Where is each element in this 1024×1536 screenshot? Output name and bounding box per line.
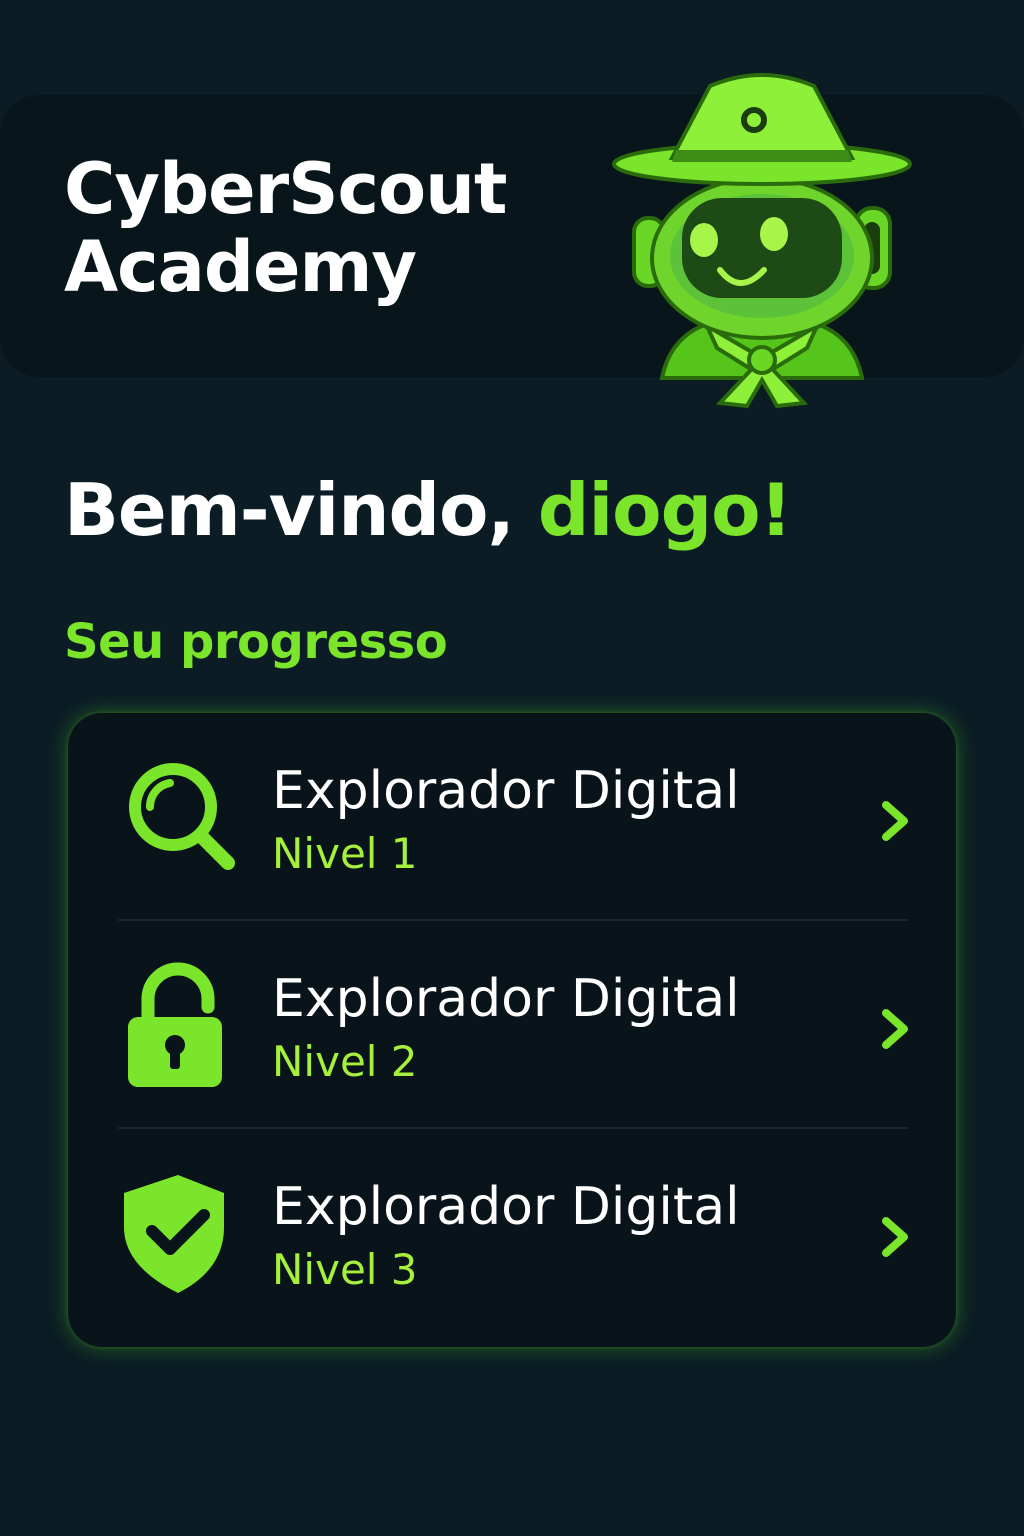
progress-item-level: Nivel 1 bbox=[272, 829, 418, 878]
progress-item-level: Nivel 2 bbox=[272, 1037, 418, 1086]
welcome-greeting: Bem-vindo, bbox=[64, 468, 538, 552]
progress-section-title: Seu progresso bbox=[64, 614, 448, 670]
progress-item-title: Explorador Digital bbox=[272, 969, 740, 1029]
progress-item-level-2[interactable]: Explorador Digital Nivel 2 bbox=[68, 921, 956, 1127]
progress-item-level: Nivel 3 bbox=[272, 1245, 418, 1294]
progress-item-level-1[interactable]: Explorador Digital Nivel 1 bbox=[68, 713, 956, 919]
progress-item-title: Explorador Digital bbox=[272, 1177, 740, 1237]
welcome-heading: Bem-vindo, diogo! bbox=[64, 468, 793, 552]
progress-item-title: Explorador Digital bbox=[272, 761, 740, 821]
app-title-line1: CyberScout bbox=[64, 148, 507, 230]
magnifier-icon bbox=[129, 763, 235, 870]
chevron-right-icon bbox=[882, 1217, 908, 1257]
app-title: CyberScout Academy bbox=[64, 148, 507, 308]
progress-item-level-3[interactable]: Explorador Digital Nivel 3 bbox=[68, 1129, 956, 1335]
padlock-icon bbox=[128, 962, 222, 1087]
progress-card: Explorador Digital Nivel 1 Explorador Di… bbox=[68, 713, 956, 1347]
chevron-right-icon bbox=[882, 801, 908, 841]
shield-check-icon bbox=[124, 1175, 224, 1293]
welcome-username: diogo! bbox=[537, 468, 793, 552]
chevron-right-icon bbox=[882, 1009, 908, 1049]
scout-robot-mascot-icon bbox=[612, 73, 912, 409]
app-title-line2: Academy bbox=[64, 226, 417, 308]
